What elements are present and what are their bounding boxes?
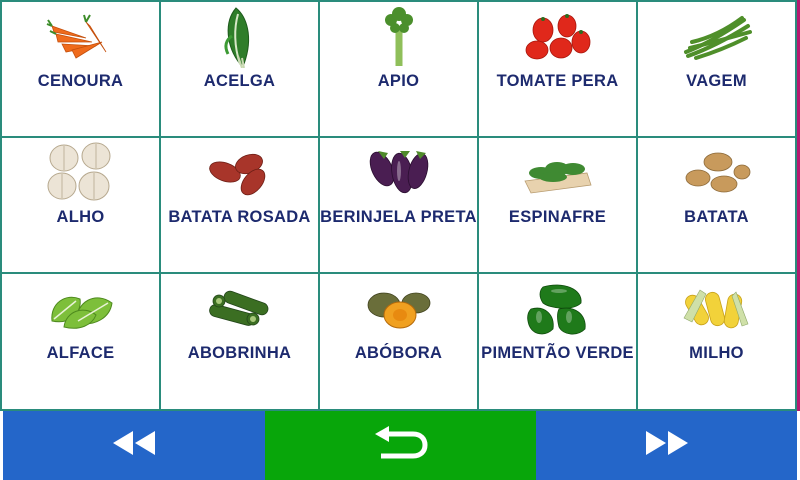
vegetable-label: BATATA ROSADA (168, 208, 311, 226)
vegetable-cell-batata[interactable]: BATATA (638, 138, 797, 274)
vegetable-label: ACELGA (203, 72, 276, 90)
chard-icon (161, 6, 318, 68)
vegetable-cell-batata-rosada[interactable]: BATATA ROSADA (161, 138, 320, 274)
green-bean-icon (638, 6, 795, 68)
zucchini-icon (161, 278, 318, 340)
vegetable-cell-apio[interactable]: APIO (320, 2, 479, 138)
celery-icon (320, 6, 477, 68)
vegetable-cell-tomate-pera[interactable]: TOMATE PERA (479, 2, 638, 138)
vegetable-label: BERINJELA PRETA (320, 208, 477, 226)
vegetable-label: ABÓBORA (354, 344, 443, 362)
carrot-icon (2, 6, 159, 68)
vegetable-cell-milho[interactable]: MILHO (638, 274, 797, 411)
fast-forward-icon (644, 429, 690, 462)
spinach-icon (479, 142, 636, 204)
vegetable-label: ABOBRINHA (187, 344, 292, 362)
vegetable-cell-espinafre[interactable]: ESPINAFRE (479, 138, 638, 274)
corn-icon (638, 278, 795, 340)
vegetable-label: VAGEM (686, 72, 747, 90)
vegetable-label: TOMATE PERA (496, 72, 619, 90)
pumpkin-icon (320, 278, 477, 340)
back-button[interactable] (265, 411, 536, 480)
vegetable-cell-cenoura[interactable]: CENOURA (2, 2, 161, 138)
vegetable-cell-pimentao-verde[interactable]: PIMENTÃO VERDE (479, 274, 638, 411)
garlic-icon (2, 142, 159, 204)
vegetable-grid: CENOURA ACELGA APIO TOMATE PERA VAGEM AL… (0, 0, 800, 411)
eggplant-icon (320, 142, 477, 204)
vegetable-cell-alface[interactable]: ALFACE (2, 274, 161, 411)
vegetable-cell-abobora[interactable]: ABÓBORA (320, 274, 479, 411)
vegetable-label: ALHO (56, 208, 105, 226)
vegetable-cell-berinjela-preta[interactable]: BERINJELA PRETA (320, 138, 479, 274)
vegetable-cell-alho[interactable]: ALHO (2, 138, 161, 274)
rewind-icon (111, 429, 157, 462)
vegetable-label: MILHO (689, 344, 744, 362)
vegetable-label: PIMENTÃO VERDE (481, 344, 634, 362)
vegetable-cell-abobrinha[interactable]: ABOBRINHA (161, 274, 320, 411)
green-pepper-icon (479, 278, 636, 340)
lettuce-icon (2, 278, 159, 340)
potato-icon (638, 142, 795, 204)
vegetable-cell-acelga[interactable]: ACELGA (161, 2, 320, 138)
vegetable-label: APIO (377, 72, 420, 90)
vegetable-label: CENOURA (37, 72, 124, 90)
navigation-bar (0, 411, 800, 480)
next-page-button[interactable] (536, 411, 797, 480)
return-arrow-icon (373, 426, 429, 465)
vegetable-label: ALFACE (46, 344, 115, 362)
vegetable-label: BATATA (684, 208, 749, 226)
vegetable-label: ESPINAFRE (508, 208, 607, 226)
sweet-potato-icon (161, 142, 318, 204)
vegetable-cell-vagem[interactable]: VAGEM (638, 2, 797, 138)
tomato-icon (479, 6, 636, 68)
previous-page-button[interactable] (3, 411, 265, 480)
